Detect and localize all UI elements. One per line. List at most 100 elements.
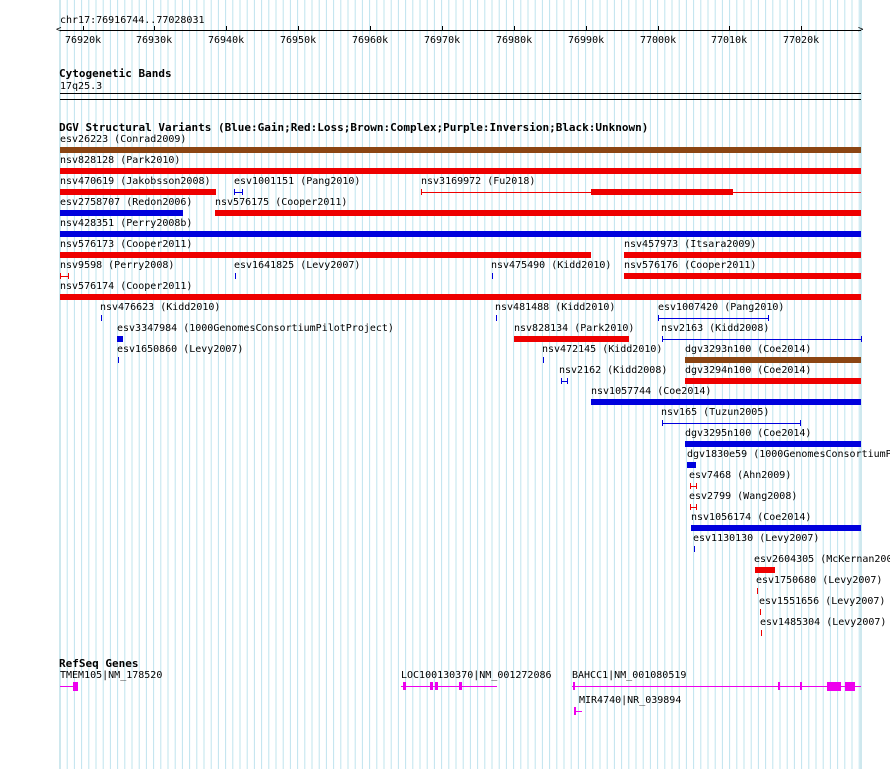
dgv-feature-label[interactable]: nsv3169972 (Fu2018) (421, 176, 535, 187)
dgv-feature-label[interactable]: nsv476623 (Kidd2010) (100, 302, 220, 313)
dgv-feature-label[interactable]: dgv3295n100 (Coe2014) (685, 428, 811, 439)
dgv-feature-tick-nsv476623[interactable] (101, 315, 102, 321)
dgv-feature-bar-nsv1057744[interactable] (591, 399, 861, 405)
dgv-feature-label[interactable]: nsv470619 (Jakobsson2008) (60, 176, 211, 187)
dgv-feature-span-nsv2163[interactable] (662, 339, 861, 340)
dgv-feature-end-nsv9598[interactable] (68, 273, 69, 279)
refseq-gene-label[interactable]: MIR4740|NR_039894 (579, 695, 681, 706)
dgv-feature-bar-esv2758707[interactable] (60, 210, 183, 216)
dgv-feature-label[interactable]: esv7468 (Ahn2009) (689, 470, 791, 481)
dgv-feature-bar-nsv428351[interactable] (60, 231, 861, 237)
dgv-feature-label[interactable]: esv3347984 (1000GenomesConsortiumPilotPr… (117, 323, 394, 334)
dgv-feature-label[interactable]: nsv828128 (Park2010) (60, 155, 180, 166)
dgv-feature-bar-dgv3294n100[interactable] (685, 378, 861, 384)
gene-exon-BAHCC1[interactable] (827, 682, 841, 691)
dgv-feature-label[interactable]: esv1650860 (Levy2007) (117, 344, 243, 355)
dgv-feature-label[interactable]: nsv475490 (Kidd2010) (491, 260, 611, 271)
dgv-feature-span-nsv9598[interactable] (60, 276, 68, 277)
dgv-feature-tick-nsv472145[interactable] (543, 357, 544, 363)
gene-exon-BAHCC1[interactable] (778, 682, 780, 690)
dgv-feature-bar-dgv1830e59[interactable] (687, 462, 696, 468)
dgv-feature-bar-nsv828128[interactable] (60, 168, 861, 174)
dgv-feature-end-esv7468[interactable] (696, 483, 697, 489)
dgv-feature-label[interactable]: dgv1830e59 (1000GenomesConsortiumP (687, 449, 890, 460)
dgv-feature-tick-esv1551656[interactable] (760, 609, 761, 615)
dgv-feature-span-esv1001151[interactable] (234, 192, 242, 193)
dgv-feature-bar-nsv576175[interactable] (215, 210, 861, 216)
gene-intron-line-BAHCC1[interactable] (572, 686, 861, 687)
dgv-feature-bar-nsv576174[interactable] (60, 294, 861, 300)
dgv-feature-label[interactable]: nsv457973 (Itsara2009) (624, 239, 756, 250)
dgv-feature-label[interactable]: esv2758707 (Redon2006) (60, 197, 192, 208)
dgv-feature-label[interactable]: nsv1057744 (Coe2014) (591, 386, 711, 397)
dgv-feature-label[interactable]: esv2604305 (McKernan200 (754, 554, 890, 565)
dgv-feature-bar-nsv576173[interactable] (60, 252, 591, 258)
gene-exon-BAHCC1[interactable] (573, 682, 575, 690)
dgv-feature-tick-esv1650860[interactable] (118, 357, 119, 363)
dgv-feature-bar-esv3347984[interactable] (117, 336, 123, 342)
dgv-feature-bar-dgv3293n100[interactable] (685, 357, 861, 363)
dgv-feature-label[interactable]: nsv576175 (Cooper2011) (215, 197, 347, 208)
dgv-feature-tick-esv1641825[interactable] (235, 273, 236, 279)
cytoband-line-top (60, 93, 861, 94)
gene-exon-LOC100130370[interactable] (403, 682, 406, 690)
dgv-feature-bar-esv26223[interactable] (60, 147, 861, 153)
refseq-gene-label[interactable]: TMEM105|NM_178520 (60, 670, 162, 681)
dgv-feature-label[interactable]: esv2799 (Wang2008) (689, 491, 797, 502)
gene-exon-MIR4740[interactable] (574, 707, 576, 715)
dgv-feature-label[interactable]: dgv3293n100 (Coe2014) (685, 344, 811, 355)
refseq-gene-label[interactable]: LOC100130370|NM_001272086 (401, 670, 552, 681)
dgv-feature-end-nsv2162[interactable] (567, 378, 568, 384)
dgv-feature-tick-esv1130130[interactable] (694, 546, 695, 552)
dgv-feature-label[interactable]: nsv472145 (Kidd2010) (542, 344, 662, 355)
dgv-feature-label[interactable]: esv1130130 (Levy2007) (693, 533, 819, 544)
dgv-feature-end-nsv165[interactable] (800, 420, 801, 426)
dgv-feature-label[interactable]: esv1001151 (Pang2010) (234, 176, 360, 187)
dgv-feature-bar-dgv3295n100[interactable] (685, 441, 861, 447)
dgv-feature-label[interactable]: nsv2163 (Kidd2008) (661, 323, 769, 334)
gene-exon-BAHCC1[interactable] (845, 682, 855, 691)
dgv-feature-bar-nsv470619[interactable] (60, 189, 216, 195)
dgv-feature-tick-esv1750680[interactable] (757, 588, 758, 594)
dgv-feature-label[interactable]: nsv428351 (Perry2008b) (60, 218, 192, 229)
dgv-feature-end-esv1007420[interactable] (768, 315, 769, 321)
dgv-feature-bar-nsv828134[interactable] (514, 336, 629, 342)
dgv-feature-end-esv1001151[interactable] (242, 189, 243, 195)
dgv-feature-label[interactable]: esv26223 (Conrad2009) (60, 134, 186, 145)
dgv-feature-end-esv2799[interactable] (696, 504, 697, 510)
dgv-feature-tick-nsv481488[interactable] (496, 315, 497, 321)
dgv-feature-bar-esv2604305[interactable] (755, 567, 775, 573)
dgv-feature-label[interactable]: esv1007420 (Pang2010) (658, 302, 784, 313)
gene-exon-LOC100130370[interactable] (435, 682, 438, 690)
dgv-feature-bar-nsv457973[interactable] (624, 252, 861, 258)
dgv-feature-label[interactable]: nsv576173 (Cooper2011) (60, 239, 192, 250)
dgv-feature-tick-nsv3169972[interactable] (421, 189, 422, 195)
dgv-feature-label[interactable]: nsv828134 (Park2010) (514, 323, 634, 334)
dgv-feature-label[interactable]: nsv9598 (Perry2008) (60, 260, 174, 271)
dgv-feature-label[interactable]: esv1485304 (Levy2007) (760, 617, 886, 628)
dgv-feature-label[interactable]: nsv576174 (Cooper2011) (60, 281, 192, 292)
dgv-feature-label[interactable]: nsv1056174 (Coe2014) (691, 512, 811, 523)
dgv-feature-bar-nsv3169972[interactable] (591, 189, 733, 195)
dgv-feature-tick-nsv475490[interactable] (492, 273, 493, 279)
gene-exon-LOC100130370[interactable] (430, 682, 433, 690)
gene-intron-line-LOC100130370[interactable] (401, 686, 497, 687)
dgv-feature-bar-nsv576176[interactable] (624, 273, 861, 279)
refseq-gene-label[interactable]: BAHCC1|NM_001080519 (572, 670, 686, 681)
dgv-feature-tick-esv1485304[interactable] (761, 630, 762, 636)
dgv-feature-label[interactable]: esv1750680 (Levy2007) (756, 575, 882, 586)
dgv-feature-label[interactable]: nsv165 (Tuzun2005) (661, 407, 769, 418)
dgv-feature-end-nsv2163[interactable] (861, 336, 862, 342)
dgv-feature-label[interactable]: esv1551656 (Levy2007) (759, 596, 885, 607)
dgv-feature-label[interactable]: nsv2162 (Kidd2008) (559, 365, 667, 376)
dgv-feature-bar-nsv1056174[interactable] (691, 525, 861, 531)
gene-exon-LOC100130370[interactable] (459, 682, 462, 690)
gene-exon-TMEM105[interactable] (73, 682, 78, 691)
dgv-feature-span-esv1007420[interactable] (658, 318, 768, 319)
gene-exon-BAHCC1[interactable] (800, 682, 802, 690)
dgv-feature-span-nsv165[interactable] (662, 423, 800, 424)
dgv-feature-label[interactable]: nsv576176 (Cooper2011) (624, 260, 756, 271)
dgv-feature-label[interactable]: nsv481488 (Kidd2010) (495, 302, 615, 313)
dgv-feature-label[interactable]: esv1641825 (Levy2007) (234, 260, 360, 271)
dgv-feature-label[interactable]: dgv3294n100 (Coe2014) (685, 365, 811, 376)
